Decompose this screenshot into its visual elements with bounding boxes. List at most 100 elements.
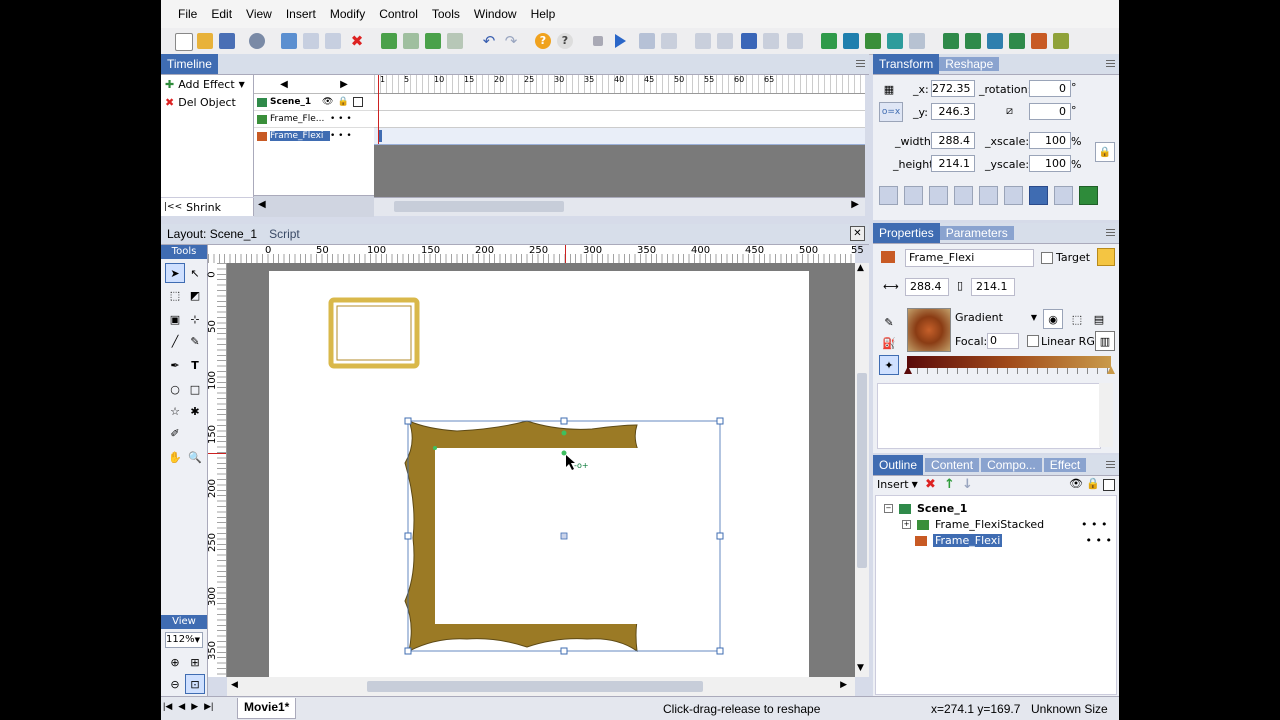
- save-icon[interactable]: [219, 33, 235, 49]
- tab-properties[interactable]: Properties: [873, 223, 940, 243]
- reset-icon[interactable]: [1004, 186, 1023, 205]
- frame-row-flexi[interactable]: [374, 128, 865, 145]
- pen-icon[interactable]: ✎: [879, 312, 899, 332]
- gradient-stop-left[interactable]: [904, 366, 912, 374]
- menu-view[interactable]: View: [239, 7, 279, 21]
- scroll-right-icon[interactable]: ▶: [851, 199, 859, 210]
- outline-mode-icon[interactable]: [1103, 479, 1115, 491]
- zoom-actual-icon[interactable]: ⊡: [185, 674, 205, 694]
- y-field[interactable]: 246.3: [931, 103, 975, 120]
- line-tool-icon[interactable]: ╱: [165, 331, 185, 351]
- tab-reshape[interactable]: Reshape: [939, 57, 1000, 71]
- outline-insert-button[interactable]: Insert ▼: [877, 478, 918, 491]
- close-icon[interactable]: ✕: [850, 226, 865, 241]
- publish-icon[interactable]: [249, 33, 265, 49]
- zoom-fit-icon[interactable]: ⊞: [185, 652, 205, 672]
- prop-height-field[interactable]: 214.1: [971, 278, 1015, 296]
- tab-transform[interactable]: Transform: [873, 54, 940, 74]
- insert-group-icon[interactable]: [887, 33, 903, 49]
- transform-tool-icon[interactable]: ⬚: [165, 285, 185, 305]
- prev-icon[interactable]: ◀: [178, 701, 185, 712]
- insert-frame-icon[interactable]: [843, 33, 859, 49]
- fill-icon[interactable]: ⛽: [879, 333, 899, 353]
- star-tool-icon[interactable]: ☆: [165, 401, 185, 421]
- first-icon[interactable]: |◀: [163, 701, 172, 712]
- gradient-stop-right[interactable]: [1107, 366, 1115, 374]
- next-frame-icon[interactable]: [763, 33, 779, 49]
- undo-icon[interactable]: ↶: [481, 33, 497, 49]
- copy-icon[interactable]: [303, 33, 319, 49]
- outline-icon[interactable]: [352, 97, 363, 107]
- menu-window[interactable]: Window: [467, 7, 524, 21]
- move-bottom-icon[interactable]: [447, 33, 463, 49]
- menu-insert[interactable]: Insert: [279, 7, 323, 21]
- gradient-fill-icon[interactable]: ✦: [879, 355, 899, 375]
- target-icon[interactable]: [1097, 248, 1115, 266]
- grid-icon[interactable]: [1079, 186, 1098, 205]
- context-help-icon[interactable]: ?: [557, 33, 573, 49]
- panel-grip-icon[interactable]: [1106, 461, 1115, 469]
- skew-field[interactable]: 0: [1029, 103, 1071, 120]
- hand-tool-icon[interactable]: ✋: [165, 447, 185, 467]
- effect6-icon[interactable]: [1053, 33, 1069, 49]
- flip-h-icon[interactable]: [879, 186, 898, 205]
- tab-content[interactable]: Content: [925, 458, 980, 472]
- ellipse-tool-icon[interactable]: ○: [165, 379, 185, 399]
- panel-grip-icon[interactable]: [1106, 60, 1115, 68]
- rotation-field[interactable]: 0: [1029, 80, 1071, 97]
- insert-scene-icon[interactable]: [821, 33, 837, 49]
- redo-icon[interactable]: ↷: [503, 33, 519, 49]
- yscale-field[interactable]: 100: [1029, 155, 1071, 172]
- next-icon[interactable]: ▶: [191, 701, 198, 712]
- grid-origin-icon[interactable]: ▦: [879, 79, 899, 99]
- scroll-down-icon[interactable]: ▼: [857, 663, 864, 673]
- tab-components[interactable]: Compo...: [981, 458, 1042, 472]
- tab-timeline[interactable]: Timeline: [161, 54, 218, 74]
- panel-grip-icon[interactable]: [856, 60, 865, 68]
- cut-icon[interactable]: [281, 33, 297, 49]
- text-tool-icon[interactable]: T: [185, 355, 205, 375]
- tab-parameters[interactable]: Parameters: [939, 226, 1014, 240]
- move-up-icon[interactable]: ↑: [944, 477, 955, 492]
- width-field[interactable]: 288.4: [931, 132, 975, 149]
- layer-row-frame-stacked[interactable]: Frame_Fle... • • •: [254, 111, 374, 128]
- scroll-left-icon[interactable]: ◀: [280, 79, 288, 90]
- expand-icon[interactable]: +: [902, 520, 911, 529]
- distribute-icon[interactable]: [1054, 186, 1073, 205]
- height-field[interactable]: 214.1: [931, 155, 975, 172]
- scroll-right-icon[interactable]: ▶: [340, 79, 348, 90]
- subselect-tool-icon[interactable]: ↖: [185, 263, 205, 283]
- crop-tool-icon[interactable]: ▣: [165, 309, 185, 329]
- insert-layer-icon[interactable]: [865, 33, 881, 49]
- reshape-point[interactable]: [561, 450, 567, 456]
- collapse-icon[interactable]: −: [884, 504, 893, 513]
- outline-item-stacked[interactable]: + Frame_FlexiStacked • • •: [902, 518, 1112, 531]
- effect5-icon[interactable]: [1031, 33, 1047, 49]
- small-frame[interactable]: [328, 297, 420, 369]
- zoom-tool-icon[interactable]: 🔍: [185, 447, 205, 467]
- play-scene-icon[interactable]: [639, 33, 655, 49]
- tab-outline[interactable]: Outline: [873, 455, 924, 475]
- effect4-icon[interactable]: [1009, 33, 1025, 49]
- pencil-tool-icon[interactable]: ✎: [185, 331, 205, 351]
- canvas-vscroll[interactable]: ▲ ▼: [855, 263, 869, 677]
- tab-script[interactable]: Script: [263, 227, 306, 241]
- gradient-swatch[interactable]: [907, 308, 951, 352]
- x-field[interactable]: 272.35: [931, 80, 975, 97]
- prev-frame-icon[interactable]: [717, 33, 733, 49]
- lock-icon[interactable]: 🔒: [1086, 477, 1100, 490]
- gradient-transform-icon[interactable]: ⬚: [1067, 309, 1087, 329]
- canvas-area[interactable]: -o+: [227, 263, 855, 677]
- flip-v-icon[interactable]: [904, 186, 923, 205]
- panel-grip-icon[interactable]: [1106, 229, 1115, 237]
- move-up-icon[interactable]: [381, 33, 397, 49]
- menu-tools[interactable]: Tools: [425, 7, 467, 21]
- layer-row-frame-flexi[interactable]: Frame_Flexi • • •: [254, 128, 374, 144]
- last-icon[interactable]: ▶|: [204, 701, 213, 712]
- lock-scale-icon[interactable]: 🔒: [1095, 142, 1115, 162]
- eye-icon[interactable]: 👁: [1069, 477, 1083, 490]
- prop-width-field[interactable]: 288.4: [905, 278, 949, 296]
- frame-row-scene[interactable]: [374, 94, 865, 111]
- open-icon[interactable]: [197, 33, 213, 49]
- menu-edit[interactable]: Edit: [204, 7, 239, 21]
